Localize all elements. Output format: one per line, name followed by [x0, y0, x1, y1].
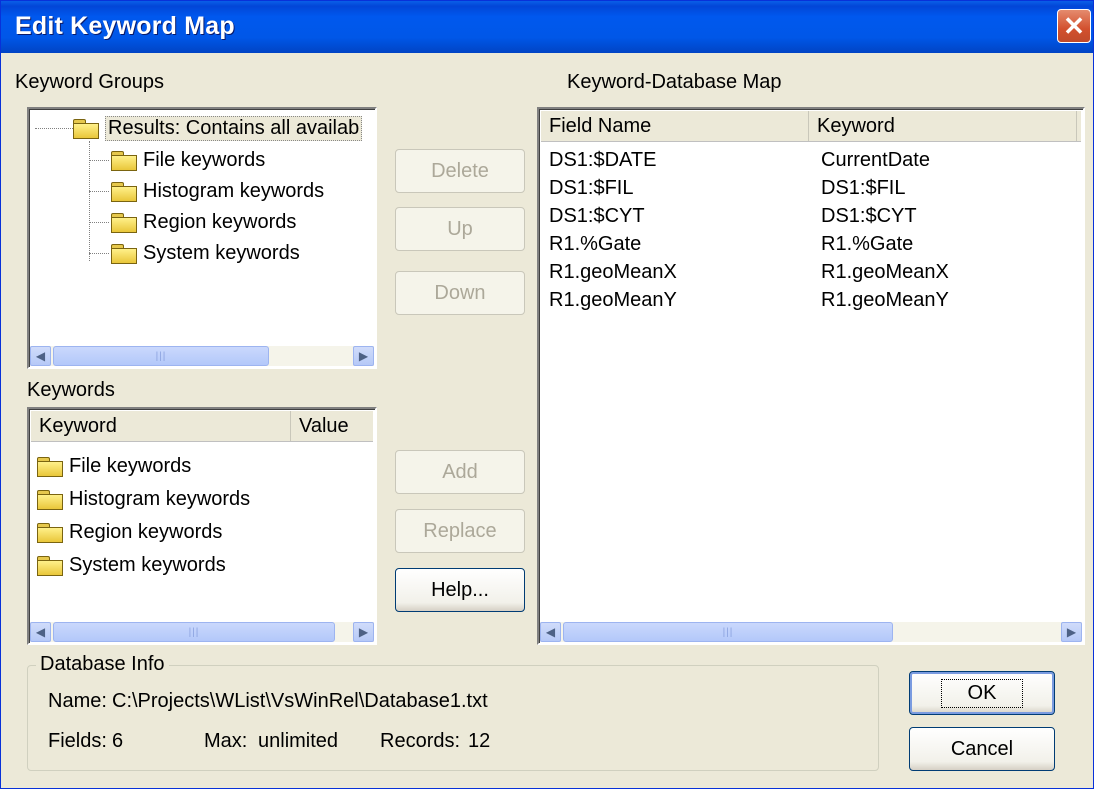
replace-button[interactable]: Replace: [395, 509, 525, 553]
up-button[interactable]: Up: [395, 207, 525, 251]
list-item[interactable]: Region keywords: [37, 517, 222, 547]
down-button[interactable]: Down: [395, 271, 525, 315]
max-label: Max:: [204, 730, 248, 752]
scroll-thumb[interactable]: |||: [563, 622, 893, 642]
scroll-left-icon[interactable]: ◀: [30, 622, 51, 642]
folder-icon: [37, 456, 63, 477]
horizontal-scrollbar[interactable]: ◀ ||| ▶: [30, 622, 374, 642]
column-header-field-name[interactable]: Field Name: [541, 111, 809, 141]
map-cell-keyword[interactable]: CurrentDate: [821, 149, 930, 172]
fields-label: Fields:: [48, 730, 107, 752]
column-header-value[interactable]: Value: [291, 411, 375, 441]
fields-value: 6: [112, 730, 124, 752]
map-cell-field[interactable]: R1.geoMeanX: [549, 261, 677, 284]
scroll-left-icon[interactable]: ◀: [540, 622, 561, 642]
list-item-label: File keywords: [69, 454, 192, 477]
keywords-list-header: Keyword Value: [31, 411, 373, 442]
tree-item-file-keywords[interactable]: File keywords: [111, 145, 265, 175]
horizontal-scrollbar[interactable]: ◀ ||| ▶: [30, 346, 374, 366]
keyword-database-map-list[interactable]: Field Name Keyword DS1:$DATE CurrentDate…: [537, 107, 1085, 645]
map-cell-field[interactable]: R1.%Gate: [549, 233, 641, 256]
database-info-title: Database Info: [36, 653, 169, 676]
scroll-thumb[interactable]: |||: [53, 346, 269, 366]
tree-item-system-keywords[interactable]: System keywords: [111, 238, 300, 268]
title-bar[interactable]: Edit Keyword Map ✕: [1, 1, 1093, 53]
keywords-label: Keywords: [27, 379, 115, 401]
map-cell-field[interactable]: DS1:$CYT: [549, 205, 645, 228]
close-button[interactable]: ✕: [1057, 9, 1091, 43]
map-cell-keyword[interactable]: R1.geoMeanY: [821, 289, 949, 312]
list-item[interactable]: File keywords: [37, 451, 191, 481]
map-cell-keyword[interactable]: DS1:$CYT: [821, 205, 917, 228]
max-value: unlimited: [258, 730, 339, 752]
scroll-right-icon[interactable]: ▶: [353, 346, 374, 366]
tree-item-label: Results: Contains all availab: [105, 115, 363, 141]
database-info-group: Database Info Name: C:\Projects\WList\Vs…: [27, 653, 879, 771]
ok-button[interactable]: OK: [909, 671, 1055, 715]
window-title: Edit Keyword Map: [15, 12, 235, 40]
map-cell-field[interactable]: R1.geoMeanY: [549, 289, 677, 312]
add-button[interactable]: Add: [395, 450, 525, 494]
tree-item-label: Histogram keywords: [143, 179, 325, 202]
folder-icon: [37, 522, 63, 543]
column-header-keyword[interactable]: Keyword: [809, 111, 1077, 141]
scroll-left-icon[interactable]: ◀: [30, 346, 51, 366]
column-header-keyword[interactable]: Keyword: [31, 411, 291, 441]
folder-icon: [37, 489, 63, 510]
delete-button[interactable]: Delete: [395, 149, 525, 193]
records-label: Records:: [380, 730, 461, 752]
tree-item-results[interactable]: Results: Contains all availab: [73, 113, 363, 143]
list-item-label: System keywords: [69, 553, 226, 576]
scroll-thumb[interactable]: |||: [53, 622, 335, 642]
keywords-list[interactable]: Keyword Value File keywords Histogram ke…: [27, 407, 377, 645]
list-item-label: Histogram keywords: [69, 487, 251, 510]
folder-icon: [37, 555, 63, 576]
folder-icon: [111, 181, 137, 202]
cancel-button[interactable]: Cancel: [909, 727, 1055, 771]
list-item[interactable]: Histogram keywords: [37, 484, 250, 514]
list-item[interactable]: System keywords: [37, 550, 226, 580]
scroll-right-icon[interactable]: ▶: [1061, 622, 1082, 642]
map-cell-keyword[interactable]: DS1:$FIL: [821, 177, 905, 200]
map-list-header: Field Name Keyword: [541, 111, 1081, 142]
tree-item-label: File keywords: [143, 148, 266, 171]
map-cell-keyword[interactable]: R1.%Gate: [821, 233, 913, 256]
records-value: 12: [468, 730, 491, 752]
folder-icon: [111, 150, 137, 171]
edit-keyword-map-dialog: Edit Keyword Map ✕ Keyword Groups Result…: [0, 0, 1094, 789]
help-button[interactable]: Help...: [395, 568, 525, 612]
list-item-label: Region keywords: [69, 520, 223, 543]
map-cell-field[interactable]: DS1:$DATE: [549, 149, 656, 172]
tree-item-label: Region keywords: [143, 210, 297, 233]
folder-icon: [111, 212, 137, 233]
map-cell-keyword[interactable]: R1.geoMeanX: [821, 261, 949, 284]
tree-item-label: System keywords: [143, 241, 300, 264]
horizontal-scrollbar[interactable]: ◀ ||| ▶: [540, 622, 1082, 642]
folder-icon: [73, 118, 99, 139]
folder-icon: [111, 243, 137, 264]
close-icon: ✕: [1063, 11, 1085, 41]
map-cell-field[interactable]: DS1:$FIL: [549, 177, 633, 200]
keyword-groups-tree[interactable]: Results: Contains all availab File keywo…: [27, 107, 377, 369]
name-value: C:\Projects\WList\VsWinRel\Database1.txt: [112, 690, 488, 712]
tree-item-region-keywords[interactable]: Region keywords: [111, 207, 296, 237]
keyword-groups-label: Keyword Groups: [15, 71, 164, 93]
ok-button-label: OK: [940, 678, 1024, 708]
scroll-right-icon[interactable]: ▶: [353, 622, 374, 642]
name-label: Name:: [48, 690, 107, 712]
tree-item-histogram-keywords[interactable]: Histogram keywords: [111, 176, 324, 206]
keyword-database-map-label: Keyword-Database Map: [567, 71, 782, 93]
